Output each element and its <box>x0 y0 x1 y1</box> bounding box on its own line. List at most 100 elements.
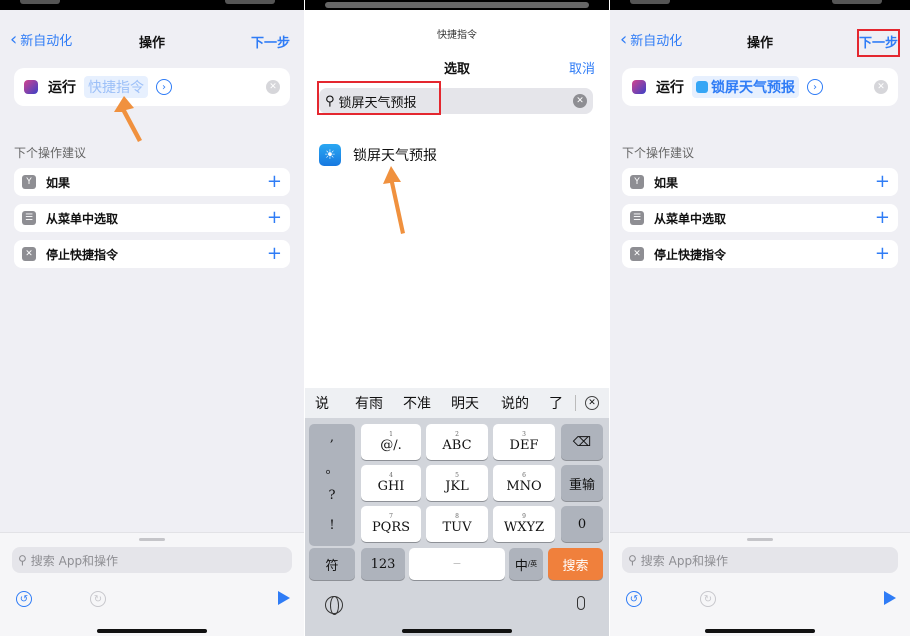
space-key[interactable]: ⏤ <box>409 548 505 580</box>
redo-icon[interactable]: ↻ <box>90 591 106 607</box>
add-icon[interactable]: + <box>875 243 890 264</box>
stop-icon: ✕ <box>630 247 644 261</box>
suggestion-stop-shortcut[interactable]: ✕ 停止快捷指令 + <box>622 240 898 268</box>
search-icon: ⚲ <box>18 553 27 567</box>
shortcuts-app-icon <box>632 80 646 94</box>
shortcuts-app-icon <box>24 80 38 94</box>
key-6[interactable]: 6 MNO <box>493 465 555 501</box>
mic-small-icon: ⏤ <box>453 559 461 569</box>
keyboard: , 。 ? ! 1 @/. 2 ABC 3 DEF ⌫ 4 GHI 5 JKL 6 MNO … <box>305 418 609 636</box>
sheet-handle[interactable] <box>139 538 165 541</box>
status-bar <box>0 0 304 10</box>
suggestion-stop-shortcut[interactable]: ✕ 停止快捷指令 + <box>14 240 290 268</box>
status-bar <box>610 0 910 10</box>
punctuation-column[interactable]: , 。 ? ! <box>309 424 355 546</box>
editor-toolbar: ↺ ↻ <box>626 591 896 611</box>
reset-key[interactable]: 重输 <box>561 465 603 501</box>
panel-action-configured: ‹ 新自动化 操作 下一步 运行 锁屏天气预报 › ✕ 下个操作建议 Y 如果 … <box>610 0 910 636</box>
remove-action-icon[interactable]: ✕ <box>266 80 280 94</box>
editor-toolbar: ↺ ↻ <box>16 591 290 611</box>
add-icon[interactable]: + <box>875 207 890 228</box>
branch-icon: Y <box>630 175 644 189</box>
stop-icon: ✕ <box>22 247 36 261</box>
nav-bar: ‹ 新自动化 操作 下一步 <box>0 24 304 58</box>
sheet-caption: 快捷指令 <box>437 30 477 41</box>
chevron-right-circle-icon[interactable]: › <box>807 79 823 95</box>
key-2[interactable]: 2 ABC <box>426 424 488 460</box>
run-shortcut-action: 运行 快捷指令 › ✕ <box>14 68 290 106</box>
sheet-handle[interactable] <box>747 538 773 541</box>
keyboard-footer <box>305 582 609 636</box>
microphone-icon[interactable] <box>577 596 585 610</box>
next-button[interactable]: 下一步 <box>251 32 290 51</box>
add-icon[interactable]: + <box>267 207 282 228</box>
annotation-arrow <box>114 96 142 142</box>
delete-key[interactable]: ⌫ <box>561 424 603 460</box>
panel-choose-shortcut: 快捷指令 选取 取消 ⚲ 锁屏天气预报 ✕ ☀ 锁屏天气预报 说 有雨 不准 明… <box>305 0 609 636</box>
suggestions-heading: 下个操作建议 <box>622 146 695 160</box>
play-icon[interactable] <box>278 591 290 605</box>
run-label: 运行 <box>656 80 684 96</box>
search-result-item[interactable]: ☀ 锁屏天气预报 <box>319 144 437 166</box>
play-icon[interactable] <box>884 591 896 605</box>
menu-icon: ☰ <box>630 211 644 225</box>
clear-search-icon[interactable]: ✕ <box>573 94 587 108</box>
candidate-word[interactable]: 说的 <box>501 393 529 413</box>
highlight-box <box>857 29 900 57</box>
key-5[interactable]: 5 JKL <box>426 465 488 501</box>
key-3[interactable]: 3 DEF <box>493 424 555 460</box>
run-shortcut-action: 运行 锁屏天气预报 › ✕ <box>622 68 898 106</box>
redo-icon[interactable]: ↻ <box>700 591 716 607</box>
key-1[interactable]: 1 @/. <box>361 424 421 460</box>
weather-shortcut-icon <box>696 81 708 93</box>
chevron-right-circle-icon[interactable]: › <box>156 79 172 95</box>
home-indicator <box>97 629 207 633</box>
backspace-icon: ⌫ <box>572 434 592 450</box>
home-indicator <box>402 629 512 633</box>
symbol-key[interactable]: 符 <box>309 548 355 580</box>
shortcut-parameter[interactable]: 锁屏天气预报 <box>692 76 799 98</box>
panel-add-action: ‹ 新自动化 操作 下一步 运行 快捷指令 › ✕ 下个操作建议 Y 如果 + … <box>0 0 304 636</box>
search-input[interactable]: ⚲ 搜索 App和操作 <box>12 547 292 573</box>
cancel-button[interactable]: 取消 <box>569 58 595 77</box>
action-search-sheet: ⚲ 搜索 App和操作 ↺ ↻ <box>610 532 910 636</box>
key-9[interactable]: 9 WXYZ <box>493 506 555 542</box>
candidate-word[interactable]: 有雨 <box>355 393 383 413</box>
weather-shortcut-icon: ☀ <box>319 144 341 166</box>
globe-icon[interactable] <box>325 596 343 615</box>
candidate-word[interactable]: 不准 <box>403 393 431 413</box>
status-bar <box>305 0 609 10</box>
action-search-sheet: ⚲ 搜索 App和操作 ↺ ↻ <box>0 532 304 636</box>
run-label: 运行 <box>48 80 76 96</box>
menu-icon: ☰ <box>22 211 36 225</box>
candidate-bar: 说 有雨 不准 明天 说的 了 ✕ <box>305 388 609 418</box>
search-key[interactable]: 搜索 <box>548 548 603 580</box>
picker-title: 选取 <box>443 62 470 77</box>
key-8[interactable]: 8 TUV <box>426 506 488 542</box>
suggestion-if[interactable]: Y 如果 + <box>14 168 290 196</box>
candidate-word[interactable]: 明天 <box>451 393 479 413</box>
annotation-arrow <box>383 166 405 234</box>
key-0[interactable]: 0 <box>561 506 603 542</box>
language-switch-key[interactable]: 中/英 <box>509 548 543 580</box>
suggestion-choose-from-menu[interactable]: ☰ 从菜单中选取 + <box>622 204 898 232</box>
add-icon[interactable]: + <box>267 171 282 192</box>
remove-action-icon[interactable]: ✕ <box>874 80 888 94</box>
candidate-word[interactable]: 了 <box>549 393 563 413</box>
suggestions-heading: 下个操作建议 <box>14 146 87 160</box>
home-indicator <box>705 629 815 633</box>
search-icon: ⚲ <box>628 553 637 567</box>
suggestion-choose-from-menu[interactable]: ☰ 从菜单中选取 + <box>14 204 290 232</box>
undo-icon[interactable]: ↺ <box>626 591 642 607</box>
collapse-keyboard-icon[interactable]: ✕ <box>585 396 599 410</box>
suggestion-if[interactable]: Y 如果 + <box>622 168 898 196</box>
add-icon[interactable]: + <box>267 243 282 264</box>
numbers-key[interactable]: 123 <box>361 548 405 580</box>
branch-icon: Y <box>22 175 36 189</box>
add-icon[interactable]: + <box>875 171 890 192</box>
key-4[interactable]: 4 GHI <box>361 465 421 501</box>
key-7[interactable]: 7 PQRS <box>361 506 421 542</box>
candidate-word[interactable]: 说 <box>315 393 329 413</box>
search-input[interactable]: ⚲ 搜索 App和操作 <box>622 547 898 573</box>
undo-icon[interactable]: ↺ <box>16 591 32 607</box>
